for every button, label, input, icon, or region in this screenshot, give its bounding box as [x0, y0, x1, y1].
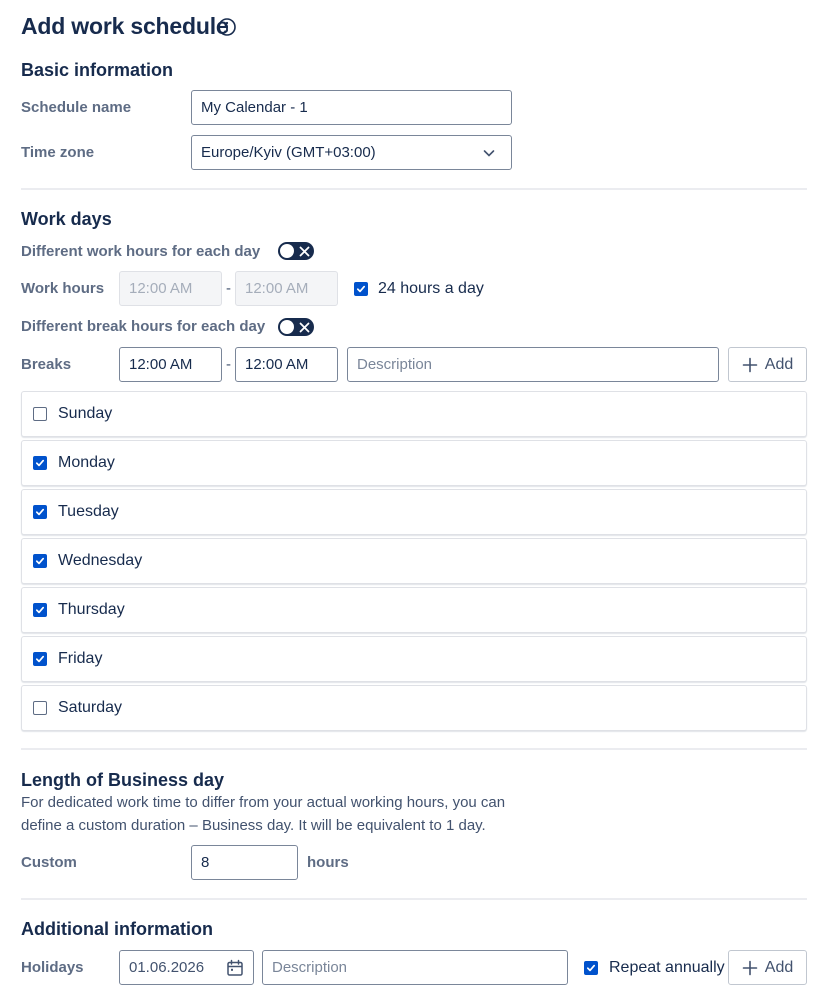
holiday-date-input[interactable]: 01.06.2026 [119, 950, 254, 985]
divider [21, 748, 807, 750]
day-checkbox-thursday[interactable] [33, 603, 47, 617]
break-description-input[interactable]: Description [347, 347, 719, 382]
check-icon [35, 606, 45, 614]
day-checkbox-sunday[interactable] [33, 407, 47, 421]
day-checkbox-saturday[interactable] [33, 701, 47, 715]
page-title: Add work schedule [21, 13, 229, 39]
day-checkbox-friday[interactable] [33, 652, 47, 666]
day-label: Monday [58, 454, 115, 471]
add-holiday-label: Add [764, 958, 794, 976]
timezone-select[interactable]: Europe/Kyiv (GMT+03:00) [191, 135, 512, 170]
day-label: Wednesday [58, 552, 143, 569]
diff-breaks-label: Different break hours for each day [21, 318, 266, 335]
schedule-name-label: Schedule name [21, 99, 132, 116]
day-checkbox-tuesday[interactable] [33, 505, 47, 519]
divider [21, 188, 807, 190]
break-start-input[interactable]: 12:00 AM [119, 347, 222, 382]
day-label: Thursday [58, 601, 125, 618]
repeat-annually-label: Repeat annually [609, 959, 725, 976]
check-icon [35, 459, 45, 467]
check-icon [35, 557, 45, 565]
breaks-label: Breaks [21, 356, 72, 373]
additional-info-heading: Additional information [21, 919, 213, 939]
day-label: Tuesday [58, 503, 119, 520]
plus-icon [742, 960, 758, 975]
chevron-down-icon [483, 149, 495, 157]
business-day-help-line-1: For dedicated work time to differ from y… [21, 794, 506, 811]
custom-duration-input[interactable]: 8 [191, 845, 298, 880]
toggle-knob [280, 320, 294, 334]
check-icon [356, 285, 366, 293]
work-end-input[interactable]: 12:00 AM [235, 271, 338, 306]
day-row-monday[interactable]: Monday [21, 440, 807, 486]
holidays-label: Holidays [21, 959, 84, 976]
day-row-saturday[interactable]: Saturday [21, 685, 807, 731]
work-start-input[interactable]: 12:00 AM [119, 271, 222, 306]
check-icon [35, 508, 45, 516]
break-end-input[interactable]: 12:00 AM [235, 347, 338, 382]
schedule-name-input[interactable]: My Calendar - 1 [191, 90, 512, 125]
check-icon [586, 964, 596, 972]
custom-label: Custom [21, 854, 77, 871]
info-icon[interactable] [217, 17, 237, 37]
diff-breaks-toggle[interactable] [278, 318, 314, 336]
plus-icon [742, 357, 758, 372]
add-break-label: Add [764, 355, 794, 373]
all-day-label: 24 hours a day [378, 280, 484, 297]
break-start-value: 12:00 AM [129, 356, 193, 373]
close-icon [299, 246, 310, 256]
diff-hours-toggle[interactable] [278, 242, 314, 260]
day-label: Sunday [58, 405, 113, 422]
custom-duration-value: 8 [201, 854, 210, 871]
business-day-heading: Length of Business day [21, 770, 225, 790]
day-row-friday[interactable]: Friday [21, 636, 807, 682]
day-checkbox-monday[interactable] [33, 456, 47, 470]
add-holiday-button[interactable]: Add [728, 950, 807, 985]
day-checkbox-wednesday[interactable] [33, 554, 47, 568]
holiday-description-input[interactable]: Description [262, 950, 568, 985]
holiday-description-placeholder: Description [272, 959, 348, 976]
holiday-date-value: 01.06.2026 [129, 959, 205, 976]
day-label: Saturday [58, 699, 123, 716]
add-break-button[interactable]: Add [728, 347, 807, 382]
day-row-wednesday[interactable]: Wednesday [21, 538, 807, 584]
business-day-help-line-2: define a custom duration – Business day.… [21, 817, 486, 834]
timezone-label: Time zone [21, 144, 95, 161]
range-dash: - [226, 356, 231, 373]
basic-info-heading: Basic information [21, 60, 174, 80]
toggle-knob [280, 244, 294, 258]
day-row-tuesday[interactable]: Tuesday [21, 489, 807, 535]
work-start-value: 12:00 AM [129, 280, 193, 297]
calendar-icon[interactable] [226, 959, 244, 977]
timezone-value: Europe/Kyiv (GMT+03:00) [201, 144, 376, 161]
break-end-value: 12:00 AM [245, 356, 309, 373]
hours-unit-label: hours [307, 854, 349, 871]
range-dash: - [226, 280, 231, 297]
all-day-checkbox[interactable] [354, 282, 368, 296]
day-label: Friday [58, 650, 103, 667]
work-days-heading: Work days [21, 209, 112, 229]
work-hours-label: Work hours [21, 280, 105, 297]
schedule-name-value: My Calendar - 1 [201, 99, 308, 116]
repeat-annually-checkbox[interactable] [584, 961, 598, 975]
work-end-value: 12:00 AM [245, 280, 309, 297]
close-icon [299, 322, 310, 332]
break-description-placeholder: Description [357, 356, 433, 373]
day-row-sunday[interactable]: Sunday [21, 391, 807, 437]
diff-hours-label: Different work hours for each day [21, 243, 261, 260]
day-row-thursday[interactable]: Thursday [21, 587, 807, 633]
divider [21, 898, 807, 900]
check-icon [35, 655, 45, 663]
